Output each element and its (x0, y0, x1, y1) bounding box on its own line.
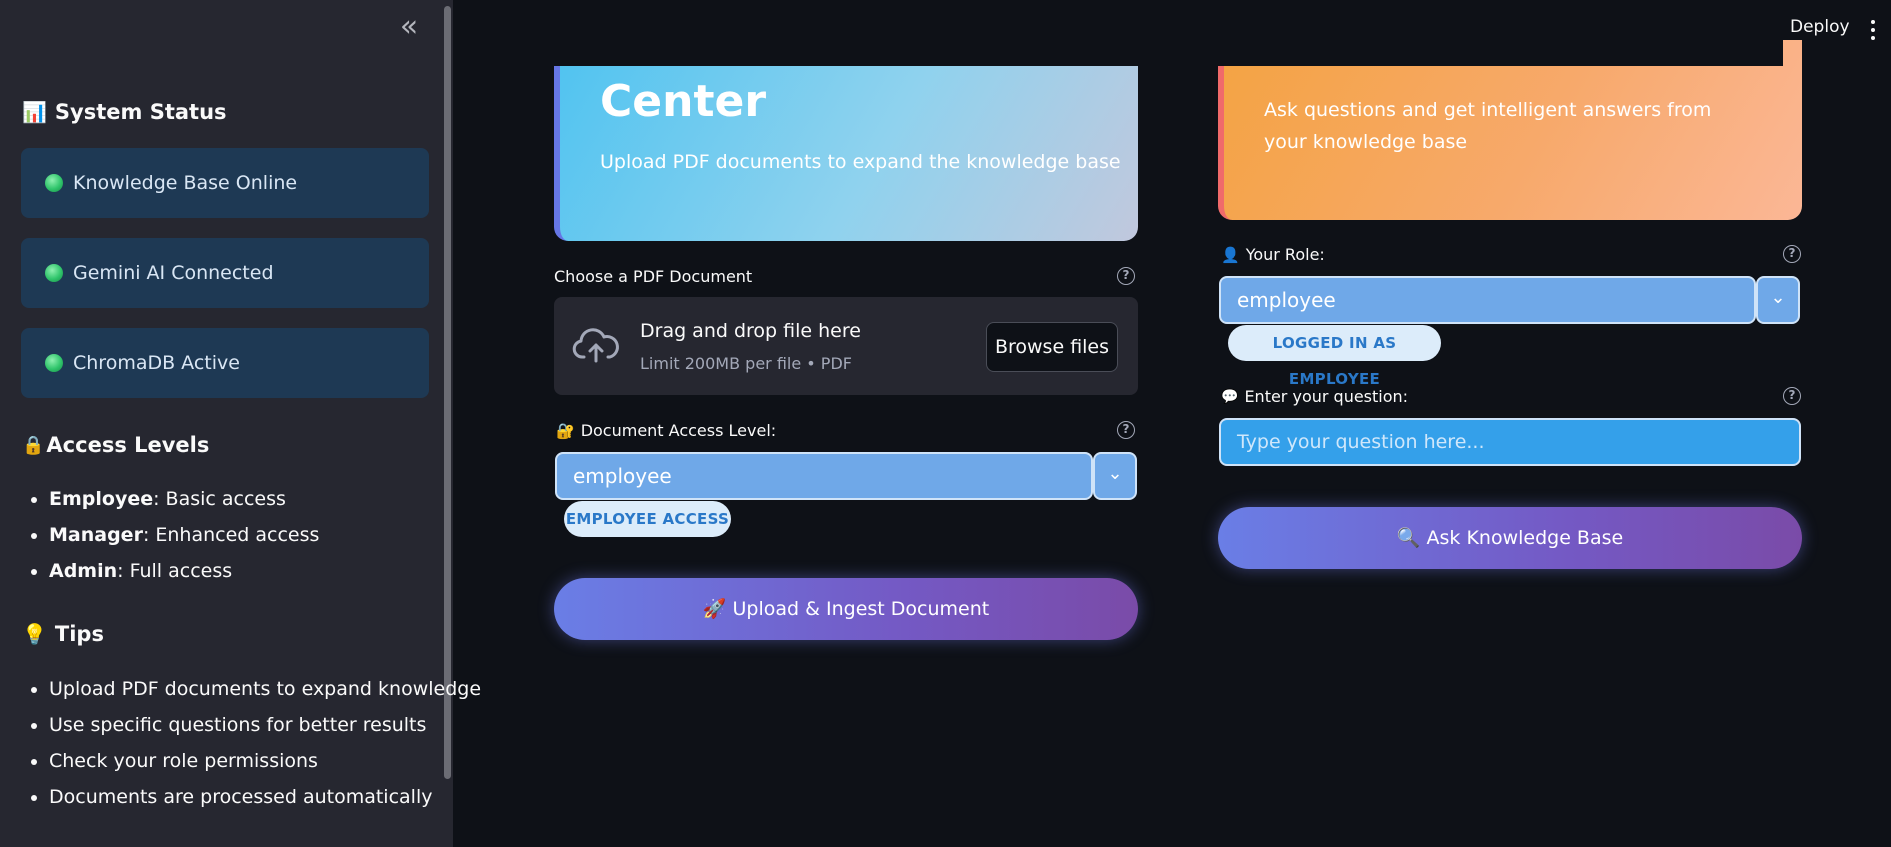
status-card-knowledge-base: Knowledge Base Online (21, 148, 429, 218)
list-item: Check your role permissions (49, 743, 481, 779)
dropzone-title: Drag and drop file here (640, 320, 861, 342)
upload-hero-subtitle: Upload PDF documents to expand the knowl… (600, 151, 1121, 173)
list-item: Use specific questions for better result… (49, 707, 481, 743)
lock-icon: 🔒 (22, 434, 45, 456)
ask-knowledge-base-button[interactable]: 🔍 Ask Knowledge Base (1218, 507, 1802, 569)
role-label: 👤 Your Role: (1221, 245, 1325, 264)
question-input[interactable]: Type your question here... (1219, 418, 1801, 466)
green-status-icon (45, 264, 63, 282)
file-uploader-label: Choose a PDF Document (554, 267, 753, 286)
access-level-badge: EMPLOYEE ACCESS (564, 501, 731, 537)
upload-hero-card (554, 40, 1138, 241)
upload-hero-title: Center (600, 76, 767, 127)
access-levels-heading: 🔒 Access Levels (22, 433, 210, 457)
browse-files-button[interactable]: Browse files (986, 322, 1118, 372)
green-status-icon (45, 354, 63, 372)
dropzone-limit: Limit 200MB per file • PDF (640, 354, 852, 373)
tips-list: Upload PDF documents to expand knowledge… (22, 671, 481, 815)
list-item: Upload PDF documents to expand knowledge (49, 671, 481, 707)
upload-ingest-button[interactable]: 🚀 Upload & Ingest Document (554, 578, 1138, 640)
app-header (453, 0, 1783, 66)
magnifier-icon: 🔍 (1396, 527, 1421, 549)
help-icon[interactable]: ? (1783, 387, 1801, 405)
deploy-button[interactable]: Deploy (1790, 17, 1850, 37)
help-icon[interactable]: ? (1117, 267, 1135, 285)
system-status-heading: 📊 System Status (22, 100, 227, 124)
access-levels-list: Employee: Basic access Manager: Enhanced… (22, 481, 319, 589)
rocket-icon: 🚀 (702, 598, 727, 620)
speech-bubble-icon: 💬 (1221, 388, 1239, 405)
list-item: Manager: Enhanced access (49, 517, 319, 553)
list-item: Documents are processed automatically (49, 779, 481, 815)
status-card-gemini: Gemini AI Connected (21, 238, 429, 308)
role-badge: LOGGED IN AS EMPLOYEE (1228, 325, 1441, 388)
green-status-icon (45, 174, 63, 192)
list-item: Admin: Full access (49, 553, 319, 589)
access-level-select[interactable]: employee (555, 452, 1093, 500)
chevron-down-icon[interactable]: ⌄ (1093, 452, 1137, 500)
question-label: 💬 Enter your question: (1221, 387, 1409, 406)
chevron-down-icon[interactable]: ⌄ (1756, 276, 1800, 324)
help-icon[interactable]: ? (1783, 245, 1801, 263)
list-item: Employee: Basic access (49, 481, 319, 517)
role-select[interactable]: employee (1219, 276, 1756, 324)
tips-heading: 💡 Tips (22, 622, 104, 646)
main-menu-icon[interactable] (1866, 14, 1880, 44)
query-hero-subtitle: Ask questions and get intelligent answer… (1264, 99, 1712, 153)
cloud-upload-icon (572, 328, 619, 363)
sidebar-scrollbar[interactable] (444, 6, 451, 779)
lightbulb-icon: 💡 (22, 622, 47, 646)
collapse-sidebar-icon[interactable]: « (395, 12, 423, 42)
status-card-chromadb: ChromaDB Active (21, 328, 429, 398)
bar-chart-icon: 📊 (22, 100, 47, 124)
lock-icon: 🔐 (556, 421, 575, 440)
help-icon[interactable]: ? (1117, 421, 1135, 439)
access-level-label: 🔐 Document Access Level: (556, 421, 777, 440)
user-icon: 👤 (1221, 245, 1240, 264)
